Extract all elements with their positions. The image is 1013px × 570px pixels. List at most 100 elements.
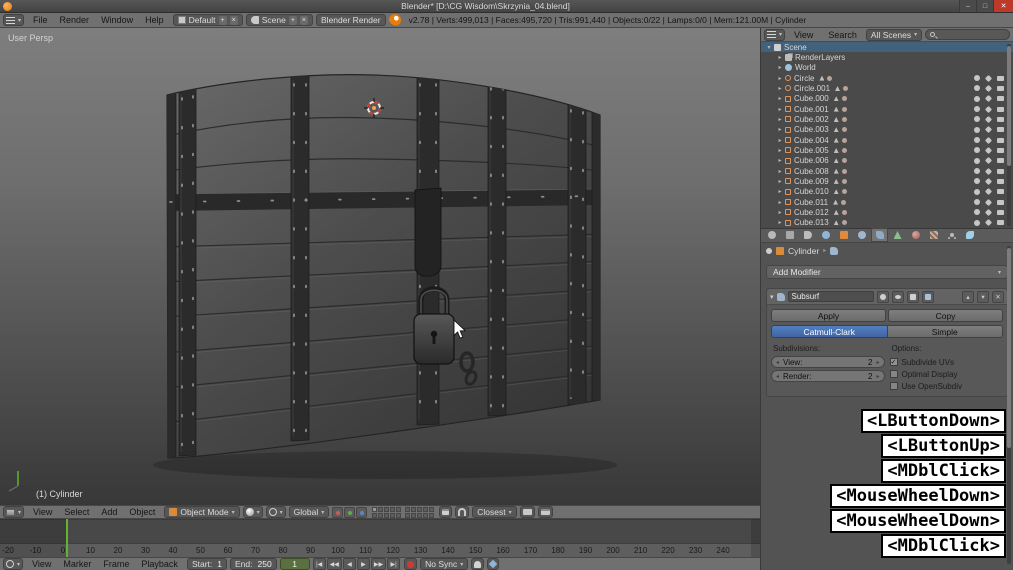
- selectability-toggle-icon[interactable]: [984, 95, 993, 103]
- properties-tab-data[interactable]: [889, 228, 906, 242]
- outliner-row-circle[interactable]: ▸ Circle: [761, 73, 1013, 83]
- transform-orientation-selector[interactable]: Global ▾: [288, 506, 330, 518]
- translate-manipulator-toggle[interactable]: [332, 506, 344, 518]
- menu-view-outliner[interactable]: View: [788, 30, 819, 40]
- outliner-row-cube-004[interactable]: ▸ Cube.004: [761, 135, 1013, 145]
- disclosure-triangle-icon[interactable]: ▸: [775, 168, 785, 175]
- timeline-ruler[interactable]: -20 -10 0 10 20 30 40 50 60 70 80 90 100 110 120 130 140…: [0, 543, 760, 557]
- selectability-toggle-icon[interactable]: [984, 208, 993, 216]
- jump-start-button[interactable]: |◀: [312, 558, 326, 570]
- layer-12[interactable]: [411, 506, 417, 512]
- next-keyframe-button[interactable]: ▶▶: [370, 558, 387, 570]
- menu-select[interactable]: Select: [58, 507, 95, 517]
- menu-playback[interactable]: Playback: [135, 559, 184, 569]
- menu-help[interactable]: Help: [139, 15, 170, 25]
- outliner-scrollbar[interactable]: [1007, 44, 1011, 226]
- add-scene-button[interactable]: +: [288, 15, 297, 25]
- selectability-toggle-icon[interactable]: [984, 177, 993, 185]
- insert-keyframe-button[interactable]: [487, 558, 500, 570]
- close-button[interactable]: ✕: [993, 0, 1013, 12]
- selectability-toggle-icon[interactable]: [984, 74, 993, 82]
- rotate-manipulator-toggle[interactable]: [344, 506, 356, 518]
- outliner-row-cube-005[interactable]: ▸ Cube.005: [761, 145, 1013, 155]
- menu-render[interactable]: Render: [54, 15, 96, 25]
- layer-10[interactable]: [396, 512, 402, 518]
- disclosure-triangle-icon[interactable]: ▸: [775, 126, 785, 133]
- visibility-toggle-icon[interactable]: [974, 188, 980, 195]
- outliner-row-cube-006[interactable]: ▸ Cube.006: [761, 156, 1013, 166]
- outliner-row-cube-010[interactable]: ▸ Cube.010: [761, 187, 1013, 197]
- properties-scrollbar[interactable]: [1007, 246, 1011, 564]
- render-visibility-toggle[interactable]: [876, 290, 889, 303]
- checkbox-box[interactable]: [889, 370, 898, 378]
- outliner-row-renderlayers[interactable]: ▸ RenderLayers: [761, 52, 1013, 62]
- outliner-row-cube-001[interactable]: ▸ Cube.001: [761, 104, 1013, 114]
- pivot-point-selector[interactable]: ▾: [265, 506, 286, 518]
- layer-7[interactable]: [378, 512, 384, 518]
- timeline-track[interactable]: [0, 519, 760, 543]
- layer-19[interactable]: [423, 512, 429, 518]
- renderability-toggle-icon[interactable]: [997, 189, 1004, 195]
- disclosure-triangle-icon[interactable]: ▸: [775, 157, 785, 164]
- selectability-toggle-icon[interactable]: [984, 146, 993, 154]
- visibility-toggle-icon[interactable]: [974, 116, 980, 123]
- outliner-row-cube-012[interactable]: ▸ Cube.012: [761, 207, 1013, 217]
- layer-3[interactable]: [384, 506, 390, 512]
- menu-window[interactable]: Window: [95, 15, 139, 25]
- editor-type-button-timeline[interactable]: ▾: [3, 558, 24, 570]
- selectability-toggle-icon[interactable]: [984, 84, 993, 93]
- renderability-toggle-icon[interactable]: [997, 147, 1004, 153]
- keying-set-button[interactable]: [471, 558, 485, 570]
- disclosure-triangle-icon[interactable]: ▸: [775, 147, 785, 154]
- delete-layout-button[interactable]: ×: [229, 15, 238, 25]
- apply-button[interactable]: Apply: [771, 309, 886, 322]
- sync-mode-selector[interactable]: No Sync ▾: [420, 558, 469, 570]
- auto-keyframe-toggle[interactable]: [404, 558, 418, 570]
- selectability-toggle-icon[interactable]: [984, 198, 993, 206]
- disclosure-triangle-icon[interactable]: ▸: [775, 188, 785, 195]
- layer-4[interactable]: [390, 506, 396, 512]
- renderability-toggle-icon[interactable]: [997, 209, 1004, 215]
- menu-marker[interactable]: Marker: [57, 559, 97, 569]
- increment-arrow-icon[interactable]: ▸: [875, 359, 882, 366]
- visibility-toggle-icon[interactable]: [974, 126, 980, 133]
- layer-8[interactable]: [384, 512, 390, 518]
- layer-2[interactable]: [378, 506, 384, 512]
- disclosure-triangle-icon[interactable]: ▸: [775, 116, 785, 123]
- renderability-toggle-icon[interactable]: [997, 158, 1004, 164]
- renderability-toggle-icon[interactable]: [997, 116, 1004, 122]
- outliner-row-cube-011[interactable]: ▸ Cube.011: [761, 197, 1013, 207]
- layer-18[interactable]: [417, 512, 423, 518]
- lock-to-scene-toggle[interactable]: [439, 506, 453, 518]
- delete-scene-button[interactable]: ×: [299, 15, 309, 25]
- selectability-toggle-icon[interactable]: [984, 115, 993, 123]
- menu-view[interactable]: View: [27, 507, 58, 517]
- snap-toggle[interactable]: [455, 506, 470, 518]
- properties-tab-modifiers[interactable]: [871, 228, 888, 242]
- timeline-editor[interactable]: -20 -10 0 10 20 30 40 50 60 70 80 90 100 110 120 130 140…: [0, 519, 760, 557]
- start-frame-field[interactable]: Start: 1: [186, 558, 227, 570]
- visibility-toggle-icon[interactable]: [974, 168, 980, 175]
- viewport-visibility-toggle[interactable]: [891, 290, 904, 303]
- layer-1[interactable]: [372, 506, 378, 512]
- editor-type-button-info[interactable]: ▾: [3, 14, 25, 26]
- menu-view[interactable]: View: [26, 559, 57, 569]
- properties-tab-render[interactable]: [763, 228, 780, 242]
- disclosure-triangle-icon[interactable]: ▸: [775, 106, 785, 113]
- pin-icon[interactable]: [766, 247, 772, 254]
- current-frame-field[interactable]: 1: [279, 558, 310, 570]
- move-modifier-down-button[interactable]: ▾: [977, 290, 989, 303]
- checkbox-box[interactable]: [889, 382, 898, 390]
- menu-add[interactable]: Add: [95, 507, 123, 517]
- copy-button[interactable]: Copy: [888, 309, 1003, 322]
- layer-13[interactable]: [417, 506, 423, 512]
- disclosure-triangle-icon[interactable]: ▸: [775, 137, 785, 144]
- visibility-toggle-icon[interactable]: [974, 137, 980, 144]
- disclosure-triangle-icon[interactable]: ▸: [775, 219, 785, 226]
- renderability-toggle-icon[interactable]: [997, 178, 1004, 184]
- disclosure-triangle-icon[interactable]: ▸: [775, 85, 785, 92]
- remove-modifier-button[interactable]: ✕: [992, 290, 1004, 303]
- outliner-row-cube-013[interactable]: ▸ Cube.013: [761, 218, 1013, 228]
- visibility-toggle-icon[interactable]: [974, 219, 980, 226]
- end-frame-field[interactable]: End: 250: [229, 558, 277, 570]
